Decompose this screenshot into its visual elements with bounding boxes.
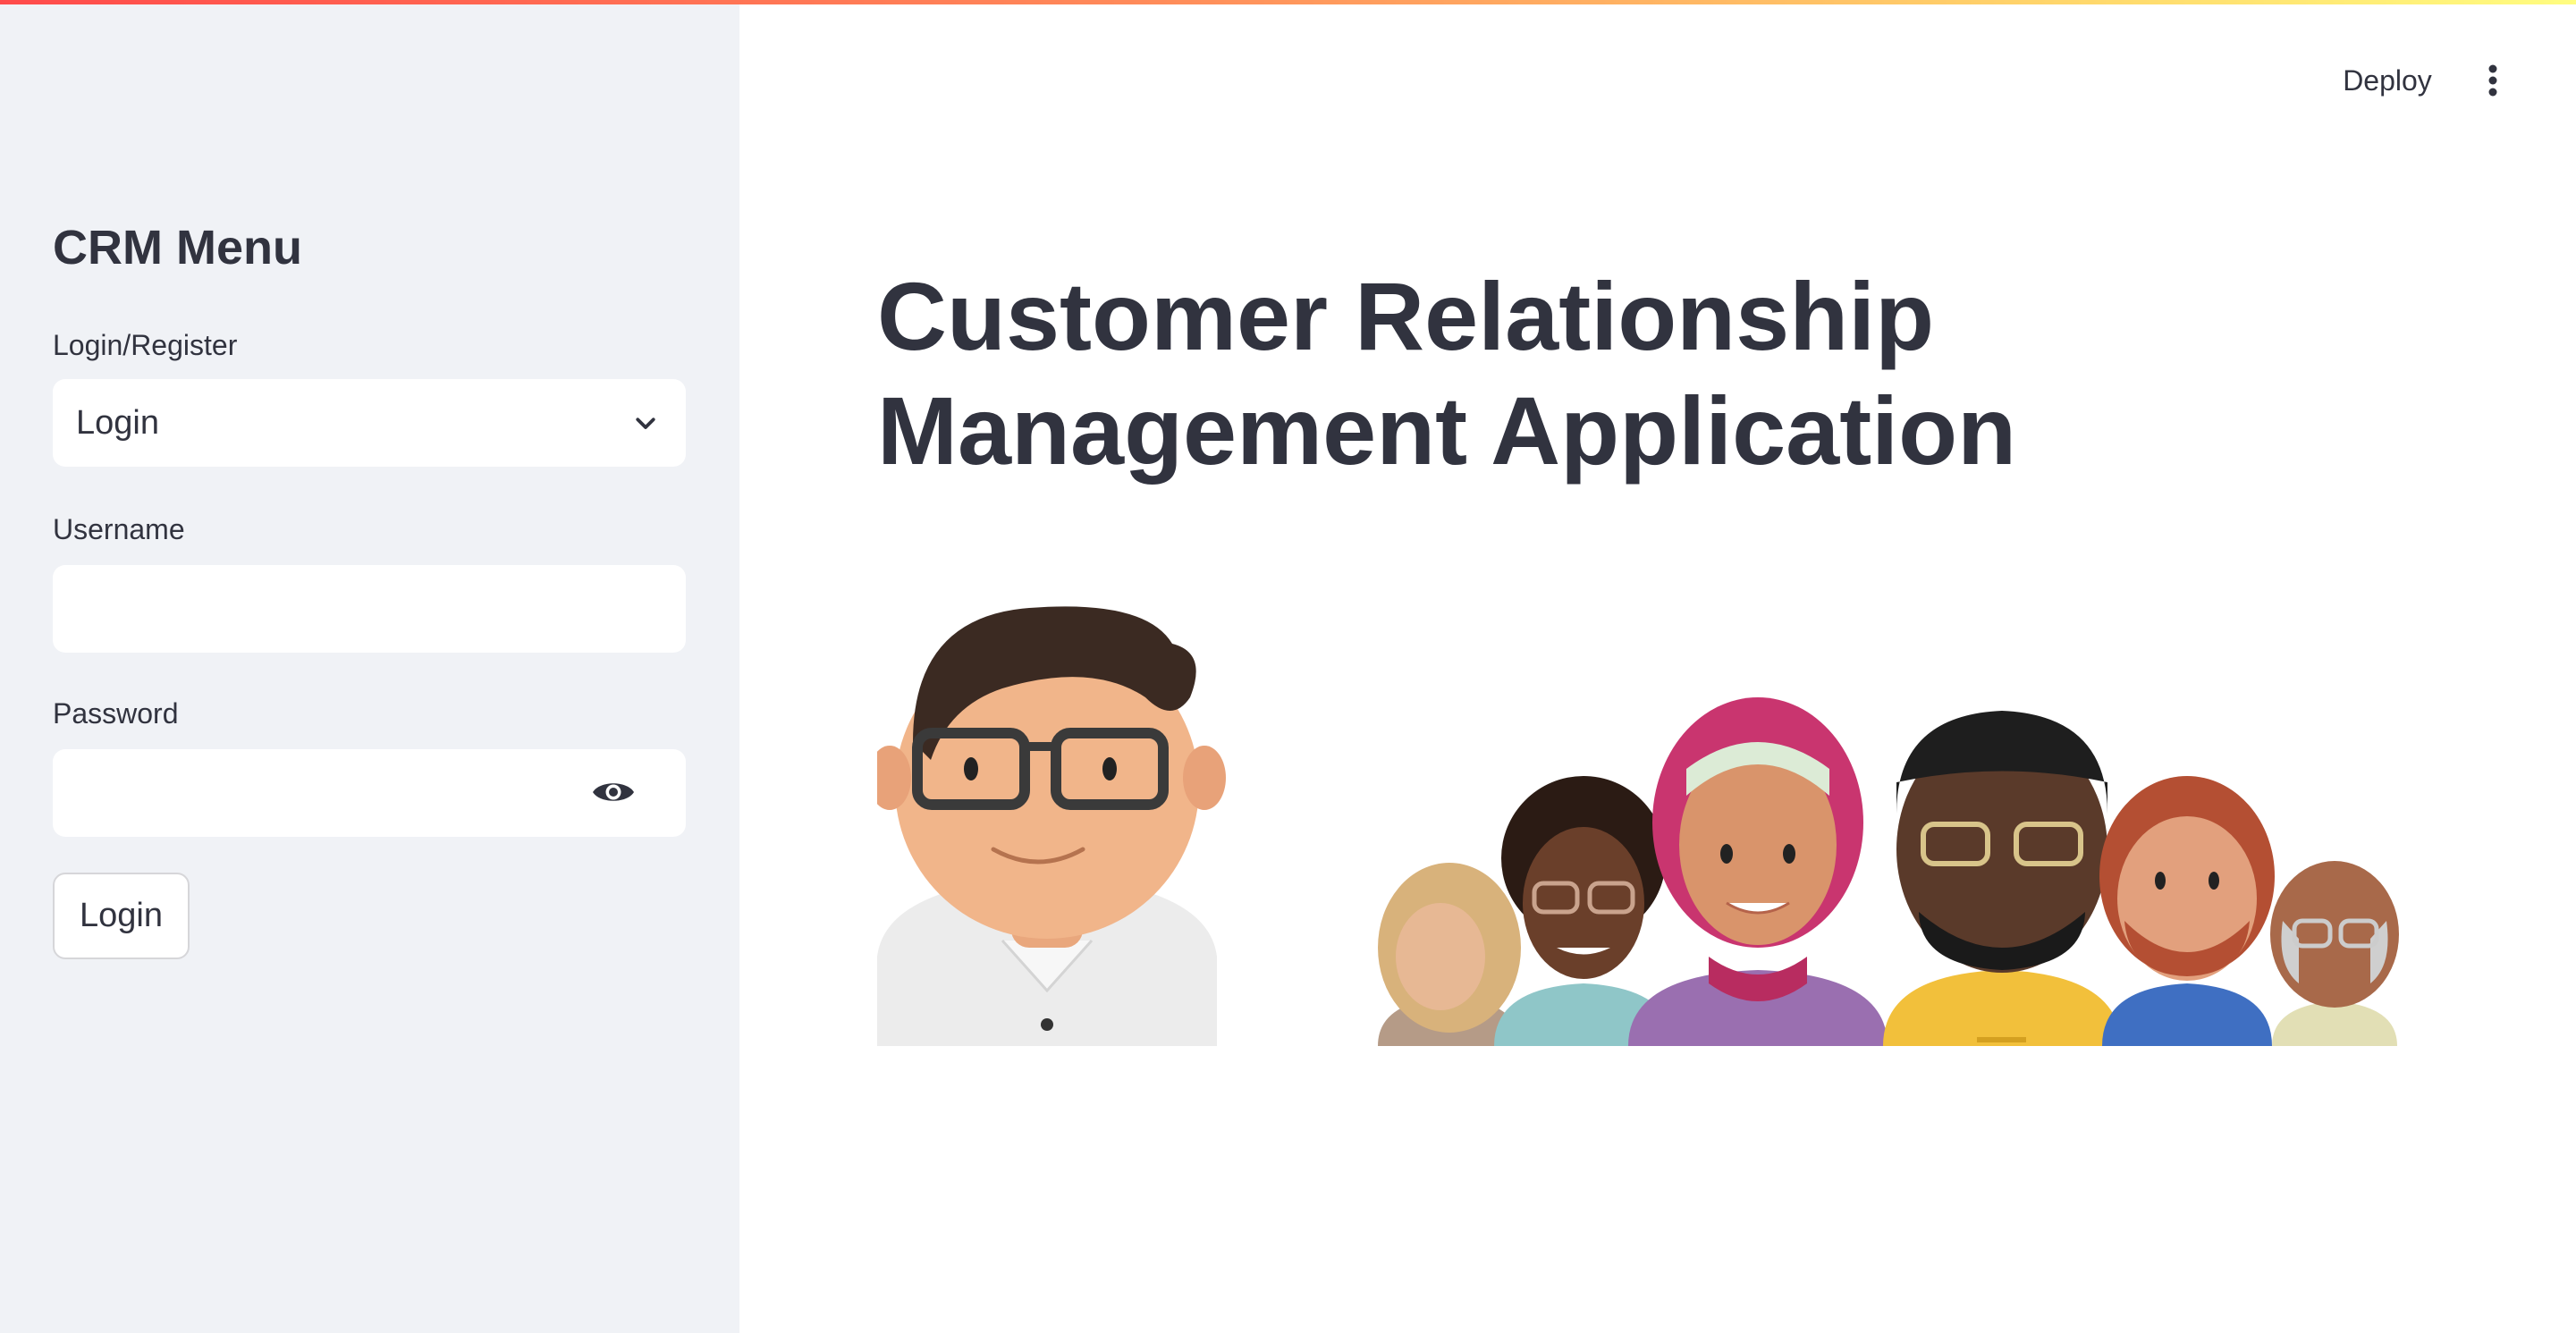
sidebar-title: CRM Menu [53,221,302,274]
login-register-select[interactable]: Login [53,379,686,467]
avatar-man-glasses-icon [877,606,1226,1046]
password-visibility-toggle[interactable] [586,770,641,814]
page-title: Customer Relationship Management Applica… [877,262,2017,485]
select-value: Login [76,403,159,442]
login-button[interactable]: Login [53,873,190,959]
username-label: Username [53,513,185,545]
sidebar: CRM Menu Login/Register Login Username P… [0,0,739,1333]
hero-avatars-image [877,606,2399,1046]
eye-icon [593,783,634,801]
deploy-button[interactable]: Deploy [2325,57,2450,104]
login-register-label: Login/Register [53,329,238,361]
avatar-group-icon [1378,697,2399,1046]
password-label: Password [53,697,179,730]
chevron-down-icon [636,418,655,429]
main-menu-button[interactable] [2473,57,2513,104]
kebab-menu-icon [2488,64,2497,97]
top-decoration-bar [0,0,2576,4]
username-input[interactable] [53,565,686,653]
